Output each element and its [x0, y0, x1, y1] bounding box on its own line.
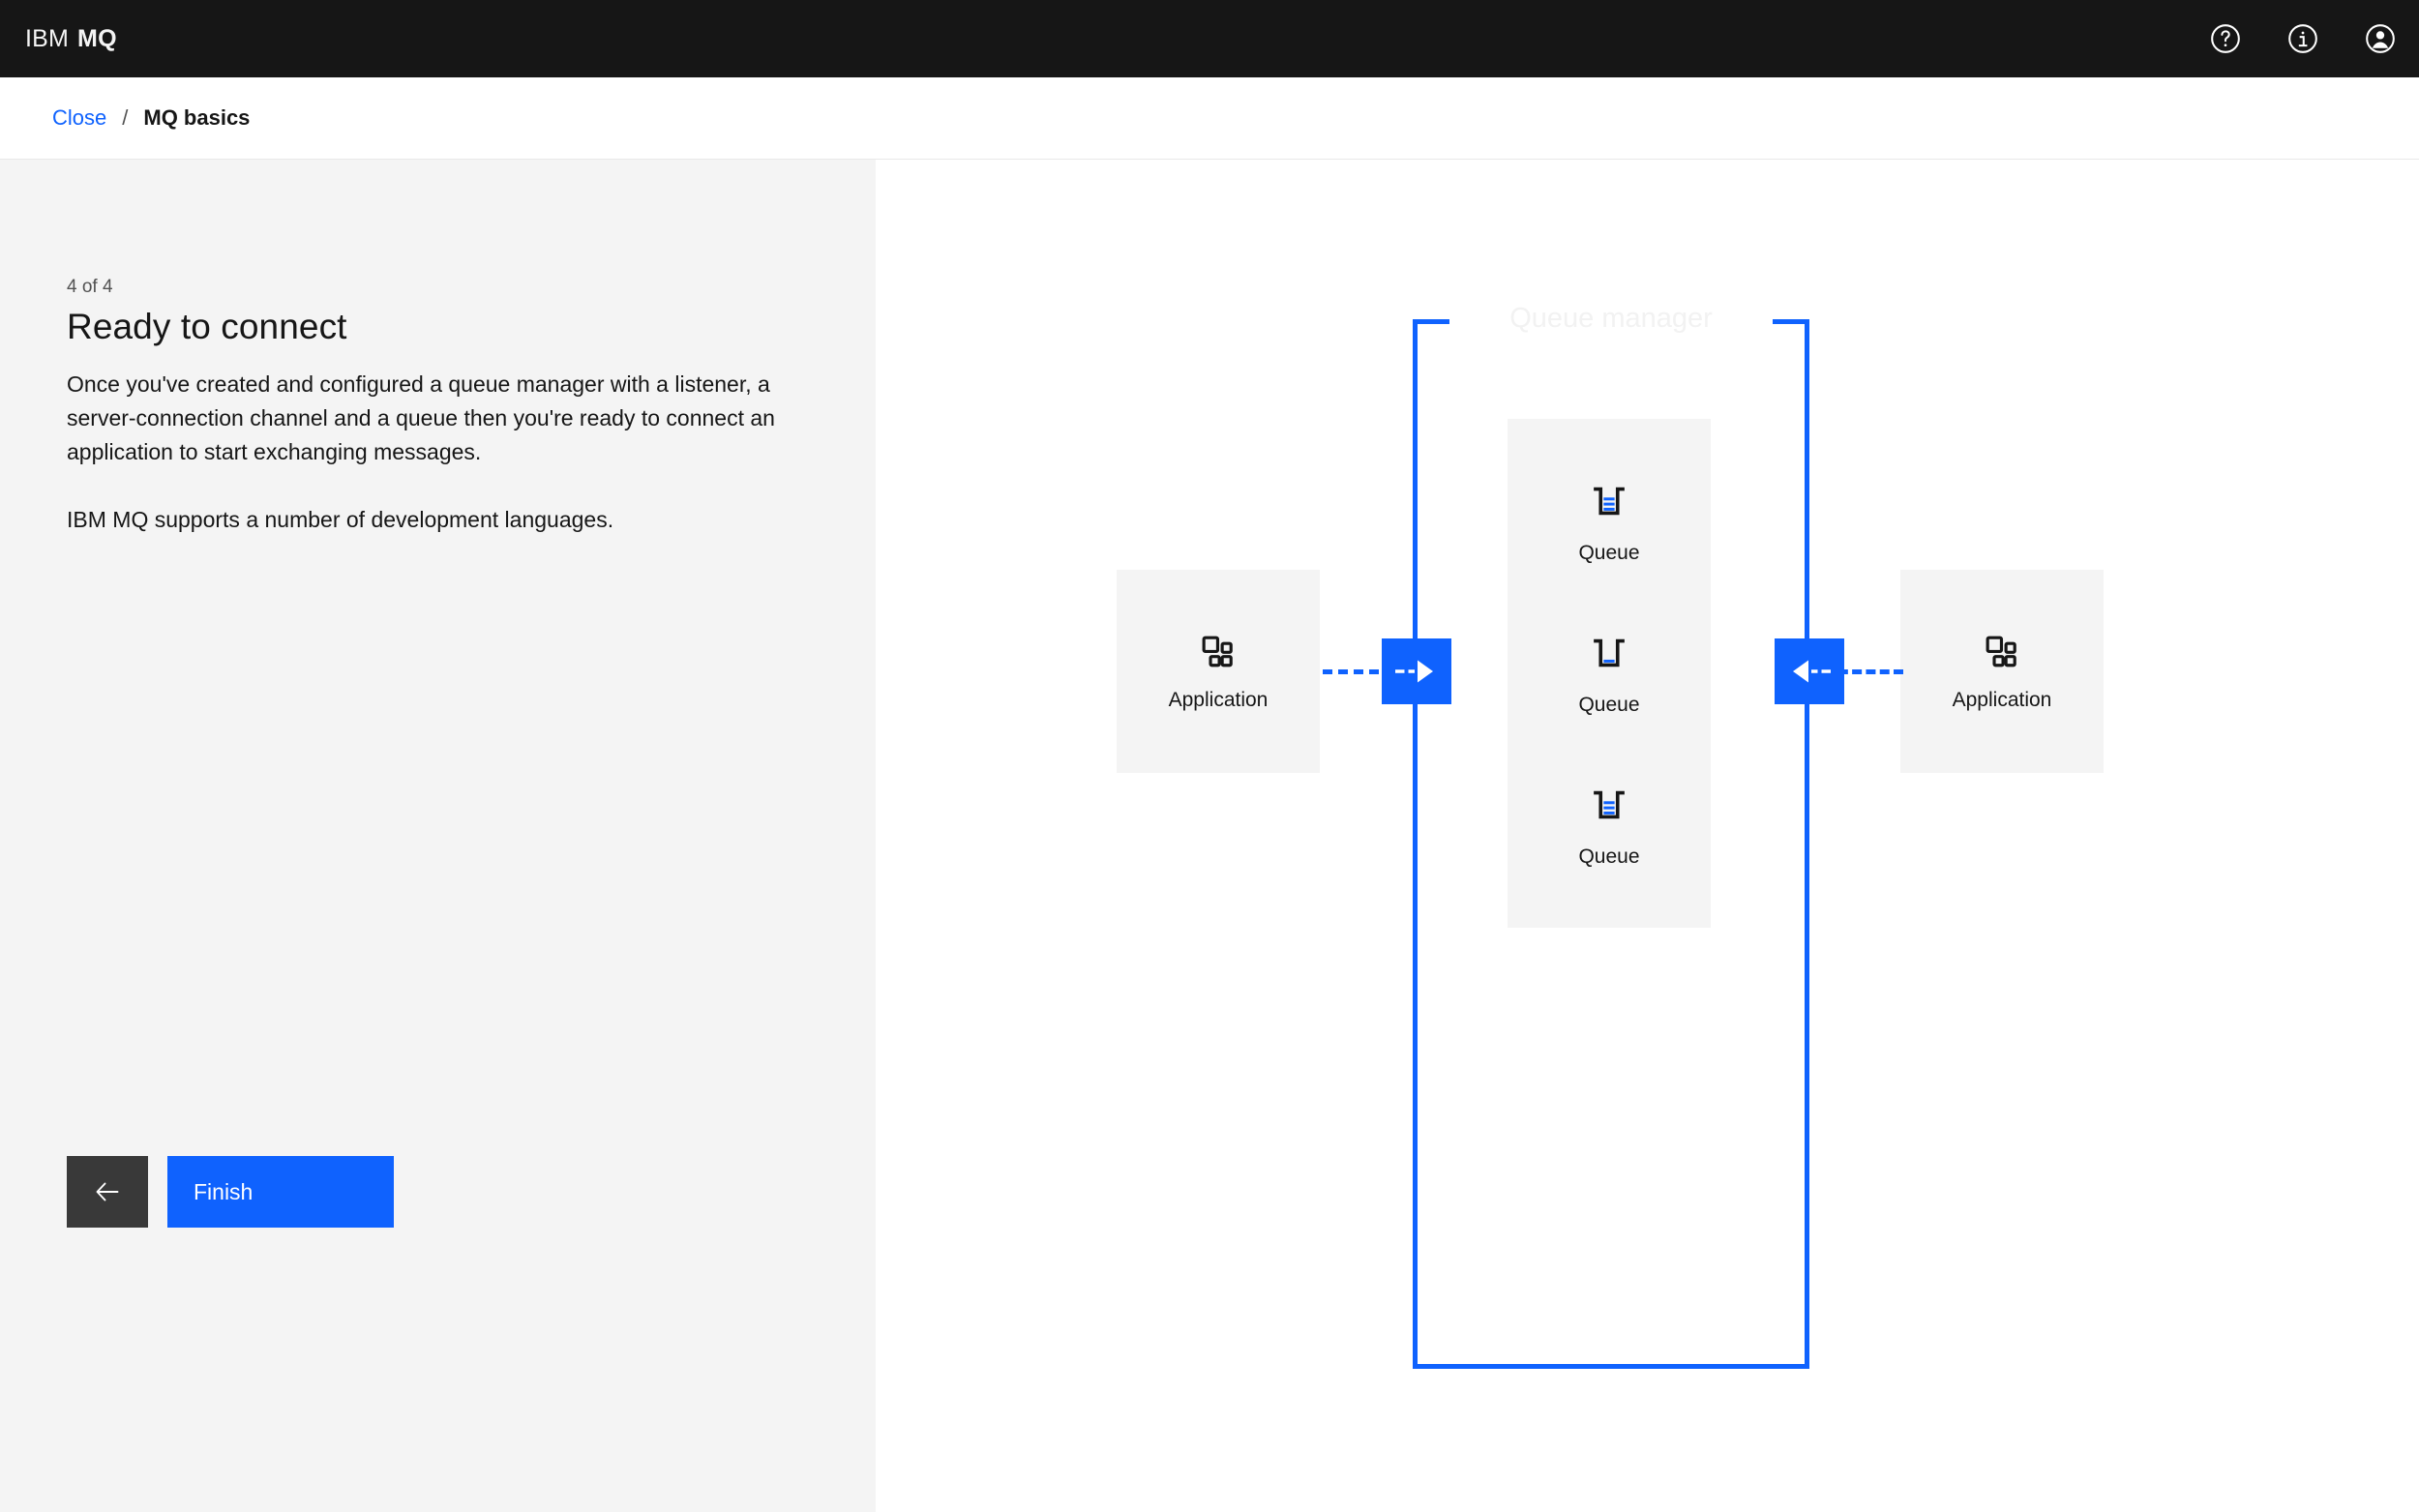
- application-node-right[interactable]: Application: [1900, 570, 2104, 773]
- information-button[interactable]: Information: [2264, 0, 2342, 77]
- tutorial-actions: Back Finish: [67, 1156, 394, 1228]
- breadcrumb: Close / MQ basics: [0, 77, 2419, 160]
- outbound-channel-node[interactable]: Outbound channel: [1775, 638, 1844, 704]
- queue-node-3[interactable]: Queue: [1508, 723, 1711, 928]
- arrow-left-icon: [96, 1182, 119, 1201]
- application-icon: [1986, 636, 2016, 667]
- queue-icon: [1594, 790, 1625, 819]
- mq-architecture-diagram: Queue manager Queue Queue Queue Applicat…: [876, 160, 2419, 1512]
- app-header: IBMMQ Help Information User profile: [0, 0, 2419, 77]
- header-actions: Help Information User profile: [2187, 0, 2419, 77]
- finish-button[interactable]: Finish: [167, 1156, 394, 1228]
- brand-logo: IBM MQ: [25, 25, 117, 53]
- queue-icon: [1594, 638, 1625, 667]
- queue-node-1-label: Queue: [1578, 542, 1640, 564]
- queue-manager-label: Queue manager: [1509, 303, 1713, 334]
- brand-prefix: IBM: [25, 24, 70, 52]
- tutorial-paragraph-1: Once you've created and configured a que…: [67, 371, 775, 464]
- breadcrumb-close-link[interactable]: Close: [52, 105, 106, 131]
- tutorial-panel: 4 of 4 Ready to connect Once you've crea…: [0, 160, 876, 1512]
- application-node-left-label: Application: [1168, 689, 1269, 711]
- inbound-channel-node[interactable]: Inbound channel: [1382, 638, 1451, 704]
- breadcrumb-current-page: MQ basics: [143, 105, 251, 130]
- application-node-right-label: Application: [1952, 689, 2052, 711]
- help-icon: [2211, 24, 2240, 53]
- arrow-left-icon: [1793, 660, 1831, 683]
- help-button[interactable]: Help: [2187, 0, 2264, 77]
- back-button[interactable]: Back: [67, 1156, 148, 1228]
- information-icon: [2288, 24, 2317, 53]
- application-icon: [1202, 636, 1233, 667]
- queue-icon: [1594, 487, 1625, 516]
- queue-node-2-label: Queue: [1578, 694, 1640, 716]
- user-avatar-icon: [2366, 24, 2395, 53]
- arrow-right-icon: [1395, 660, 1433, 683]
- application-node-left[interactable]: Application: [1117, 570, 1320, 773]
- main-content: 4 of 4 Ready to connect Once you've crea…: [0, 160, 2419, 1512]
- step-counter: 4 of 4: [67, 277, 113, 297]
- page-title: Ready to connect: [67, 307, 347, 346]
- breadcrumb-separator: /: [122, 105, 129, 130]
- queue-node-3-label: Queue: [1578, 845, 1640, 868]
- tutorial-description: Once you've created and configured a que…: [67, 368, 831, 537]
- tutorial-paragraph-2: IBM MQ supports a number of development …: [67, 507, 614, 532]
- brand-product: MQ: [77, 24, 117, 52]
- user-avatar-button[interactable]: User profile: [2342, 0, 2419, 77]
